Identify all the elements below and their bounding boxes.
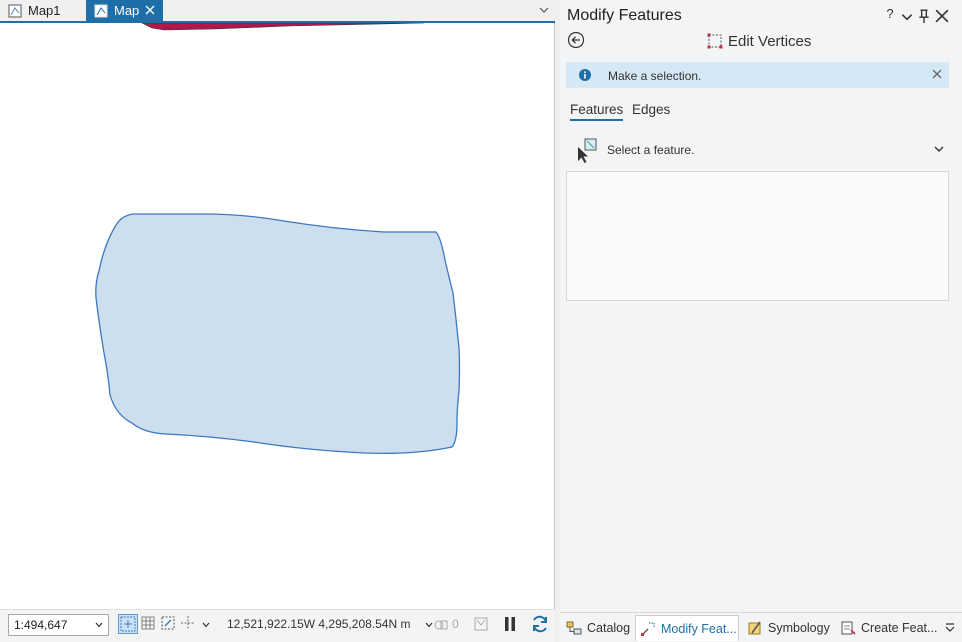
tab-map1[interactable]: Map1 xyxy=(0,0,86,21)
dock-tab-strip: Catalog Modify Feat... Symbology Create … xyxy=(560,612,962,642)
map-polygon-feature[interactable] xyxy=(95,213,461,455)
map-icon xyxy=(8,4,22,17)
feature-list[interactable] xyxy=(566,171,949,301)
map-pane: Map1 Map 1:494,647 12,521,922.15W 4,295,… xyxy=(0,0,555,642)
modify-features-pane: Modify Features ? Edit Vertices Make a s… xyxy=(560,0,962,642)
chevron-down-icon[interactable] xyxy=(933,143,945,155)
map-tab-bar: Map1 Map xyxy=(0,0,555,23)
select-prompt: Select a feature. xyxy=(607,143,695,157)
pin-icon[interactable] xyxy=(917,8,931,24)
pause-icon[interactable] xyxy=(503,615,517,633)
filter-icon[interactable] xyxy=(473,616,489,632)
snapping-toggle-button[interactable] xyxy=(118,614,138,634)
crosshair-icon xyxy=(181,616,195,630)
edit-vertices-icon xyxy=(707,33,723,49)
catalog-icon xyxy=(566,621,582,635)
help-button[interactable]: ? xyxy=(883,6,897,22)
selected-count: 0 xyxy=(452,617,459,631)
dock-tab-label: Catalog xyxy=(587,621,631,635)
close-icon[interactable] xyxy=(931,68,943,80)
dock-tab-modify-features[interactable]: Modify Feat... xyxy=(635,615,739,641)
select-feature-icon xyxy=(578,138,597,163)
feature-selector[interactable]: Select a feature. xyxy=(566,134,949,164)
symbology-icon xyxy=(748,621,761,635)
snapping-icon xyxy=(120,616,136,632)
grid-icon xyxy=(141,616,155,630)
tab-label: Map xyxy=(114,3,140,18)
tool-header: Edit Vertices xyxy=(706,32,811,50)
more-tabs-chevron-icon[interactable] xyxy=(944,622,956,634)
selection-icon[interactable] xyxy=(432,616,450,634)
scale-selector[interactable]: 1:494,647 xyxy=(8,614,109,636)
close-icon[interactable] xyxy=(935,8,949,24)
pane-title: Modify Features xyxy=(567,7,682,24)
close-icon[interactable] xyxy=(143,3,157,17)
back-arrow-icon[interactable] xyxy=(567,31,585,49)
map-status-bar: 1:494,647 12,521,922.15W 4,295,208.54N m… xyxy=(0,609,555,642)
dock-tab-catalog[interactable]: Catalog xyxy=(562,615,630,641)
pane-options-chevron-icon[interactable] xyxy=(900,9,914,25)
dock-tab-label: Create Feat... xyxy=(861,621,938,635)
chevron-down-icon[interactable] xyxy=(537,3,551,17)
message-text: Make a selection. xyxy=(608,69,702,83)
dock-tab-symbology[interactable]: Symbology xyxy=(743,615,830,641)
grid-toggle-button[interactable] xyxy=(139,614,159,634)
map-icon xyxy=(94,4,108,17)
map-canvas[interactable] xyxy=(4,23,553,609)
tool-title-text: Edit Vertices xyxy=(728,32,812,50)
dock-tab-label: Modify Feat... xyxy=(661,621,737,636)
coordinates-text: 12,521,922.15W 4,295,208.54N m xyxy=(227,617,411,631)
chevron-down-icon xyxy=(95,622,103,628)
tab-features[interactable]: Features xyxy=(570,102,624,121)
tab-map[interactable]: Map xyxy=(86,0,163,21)
map-feature-top[interactable] xyxy=(141,23,425,31)
create-features-icon xyxy=(841,621,856,635)
message-bar: Make a selection. xyxy=(566,62,949,88)
refresh-icon[interactable] xyxy=(530,614,550,634)
tab-edges[interactable]: Edges xyxy=(632,102,670,119)
coordinate-readout: 12,521,922.15W 4,295,208.54N m xyxy=(227,617,434,631)
modify-features-icon xyxy=(641,622,655,636)
dock-tab-label: Symbology xyxy=(768,621,830,635)
scale-value: 1:494,647 xyxy=(14,618,68,632)
info-icon xyxy=(579,69,591,81)
chevron-down-icon[interactable] xyxy=(201,620,211,630)
dock-tab-create-features[interactable]: Create Feat... xyxy=(836,615,937,641)
constraints-icon xyxy=(161,616,175,630)
constraints-button[interactable] xyxy=(159,614,179,634)
tab-label: Map1 xyxy=(28,3,61,18)
correction-button[interactable] xyxy=(179,614,199,634)
